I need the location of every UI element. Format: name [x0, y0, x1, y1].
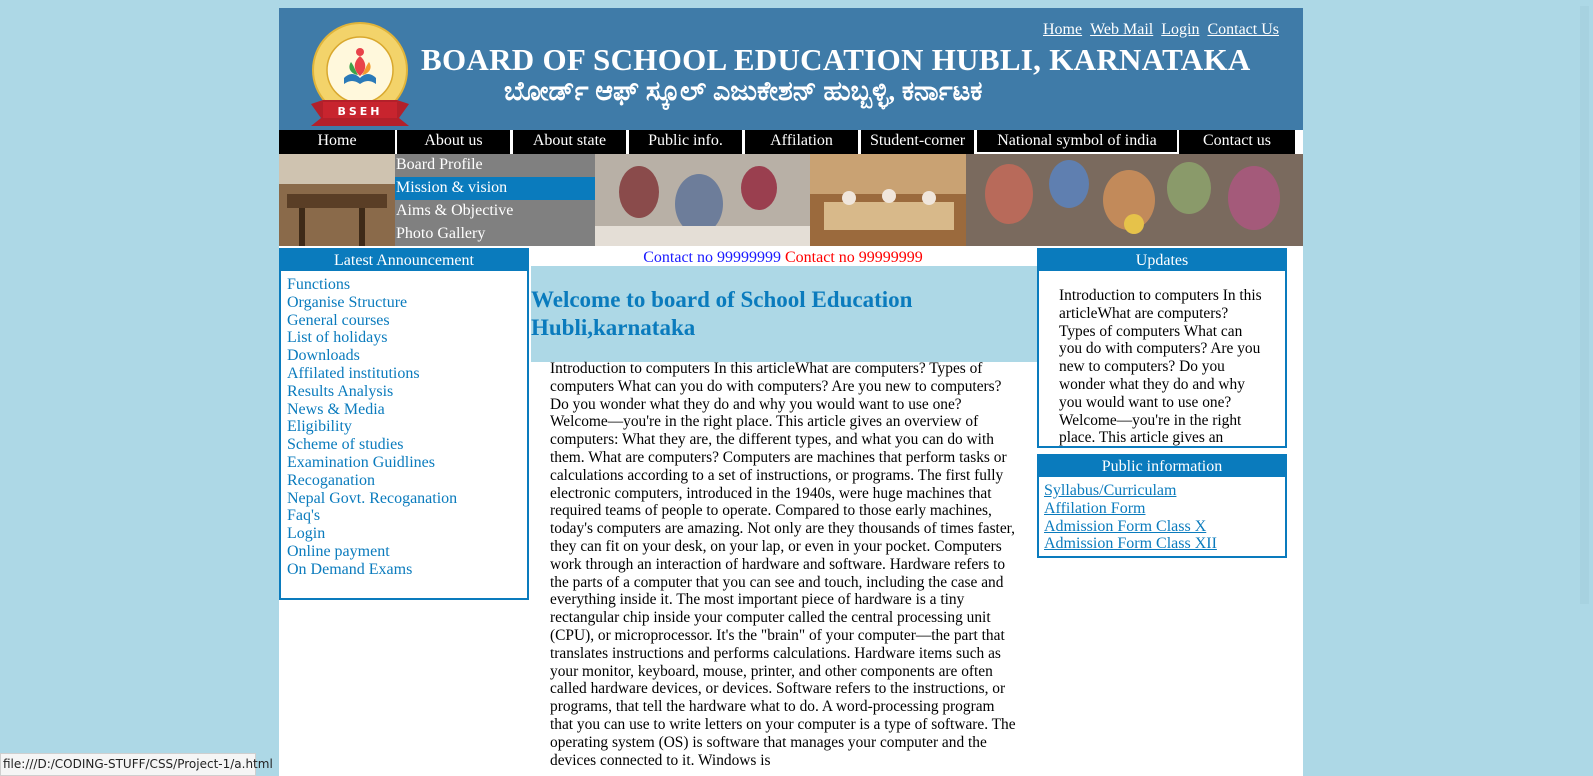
- top-link-webmail[interactable]: Web Mail: [1090, 21, 1153, 38]
- announcement-link[interactable]: Nepal Govt. Recoganation: [287, 490, 527, 508]
- welcome-banner: Welcome to board of School Education Hub…: [531, 266, 1039, 362]
- dropdown-photo-gallery[interactable]: Photo Gallery: [395, 223, 595, 246]
- top-links: Home Web Mail Login Contact Us: [1039, 21, 1279, 39]
- welcome-heading: Welcome to board of School Education Hub…: [531, 287, 913, 340]
- announcement-link[interactable]: Organise Structure: [287, 294, 527, 312]
- announcement-link[interactable]: Examination Guidlines: [287, 454, 527, 472]
- link-affilation-form[interactable]: Affilation Form: [1044, 500, 1285, 518]
- announcement-link[interactable]: Online payment: [287, 543, 527, 561]
- dropdown-board-profile[interactable]: Board Profile: [395, 154, 595, 177]
- announcement-list: Functions Organise Structure General cours…: [281, 271, 527, 579]
- announcement-link[interactable]: On Demand Exams: [287, 561, 527, 579]
- latest-announcement-box: Latest Announcement Functions Organise St…: [279, 248, 529, 600]
- updates-heading: Updates: [1039, 250, 1285, 271]
- top-link-home[interactable]: Home: [1043, 21, 1082, 38]
- announcement-link[interactable]: Faq's: [287, 507, 527, 525]
- nav-student-corner[interactable]: Student-corner: [861, 130, 974, 154]
- scrollbar-thumb[interactable]: [1580, 6, 1589, 604]
- svg-text:BSEH: BSEH: [337, 105, 382, 118]
- article-text: Introduction to computers In this articl…: [550, 360, 1016, 769]
- announcement-link[interactable]: Recoganation: [287, 472, 527, 490]
- nav-national-symbol[interactable]: National symbol of india: [977, 130, 1177, 152]
- main-nav: Home About us About state Public info. A…: [279, 130, 1303, 154]
- latest-announcement-heading: Latest Announcement: [281, 250, 527, 271]
- public-information-heading: Public information: [1039, 456, 1285, 477]
- updates-text: Introduction to computers In this articl…: [1059, 287, 1262, 447]
- nav-about-us[interactable]: About us: [397, 130, 510, 154]
- announcement-link[interactable]: Scheme of studies: [287, 436, 527, 454]
- nav-about-state[interactable]: About state: [513, 130, 626, 154]
- public-information-box: Public information Syllabus/Curriculam A…: [1037, 454, 1287, 558]
- dropdown-mission-vision[interactable]: Mission & vision: [395, 177, 595, 200]
- site-header: BSEH BOARD OF SCHOOL EDUCATION HUBLI, KA…: [279, 8, 1303, 130]
- link-syllabus[interactable]: Syllabus/Curriculam: [1044, 482, 1285, 500]
- page-container: BSEH BOARD OF SCHOOL EDUCATION HUBLI, KA…: [279, 8, 1303, 776]
- site-subtitle-kannada: ಬೋರ್ಡ್ ಆಫ್ ಸ್ಕೂಲ್ ಎಜುಕೇಶನ್ ಹುಬ್ಬಳ್ಳಿ, ಕರ…: [504, 76, 983, 106]
- link-admission-xii[interactable]: Admission Form Class XII: [1044, 535, 1285, 553]
- about-us-dropdown: Board Profile Mission & vision Aims & Ob…: [395, 154, 595, 246]
- public-info-list: Syllabus/Curriculam Affilation Form Admi…: [1039, 477, 1285, 553]
- announcement-link[interactable]: Downloads: [287, 347, 527, 365]
- announcement-link[interactable]: Results Analysis: [287, 383, 527, 401]
- updates-box[interactable]: Updates Introduction to computers In thi…: [1037, 248, 1287, 448]
- announcement-link[interactable]: Login: [287, 525, 527, 543]
- contact-number-2: Contact no 99999999: [785, 249, 923, 266]
- board-logo-icon: BSEH: [311, 22, 409, 126]
- nav-home[interactable]: Home: [279, 130, 395, 154]
- announcement-link[interactable]: News & Media: [287, 401, 527, 419]
- link-admission-x[interactable]: Admission Form Class X: [1044, 518, 1285, 536]
- announcement-link[interactable]: General courses: [287, 312, 527, 330]
- nav-affilation[interactable]: Affilation: [745, 130, 858, 154]
- status-bar-url: file:///D:/CODING-STUFF/CSS/Project-1/a.…: [0, 753, 273, 776]
- contact-number-1: Contact no 99999999: [643, 249, 781, 266]
- announcement-link[interactable]: Affilated institutions: [287, 365, 527, 383]
- dropdown-aims-objective[interactable]: Aims & Objective: [395, 200, 595, 223]
- top-link-login[interactable]: Login: [1161, 21, 1199, 38]
- announcement-link[interactable]: List of holidays: [287, 329, 527, 347]
- nav-contact-us[interactable]: Contact us: [1179, 130, 1295, 154]
- top-link-contact[interactable]: Contact Us: [1207, 21, 1279, 38]
- announcement-link[interactable]: Functions: [287, 276, 527, 294]
- announcement-link[interactable]: Eligibility: [287, 418, 527, 436]
- nav-public-info[interactable]: Public info.: [629, 130, 742, 154]
- contact-line: Contact no 99999999 Contact no 99999999: [531, 248, 1035, 268]
- site-title: BOARD OF SCHOOL EDUCATION HUBLI, KARNATA…: [421, 42, 1251, 77]
